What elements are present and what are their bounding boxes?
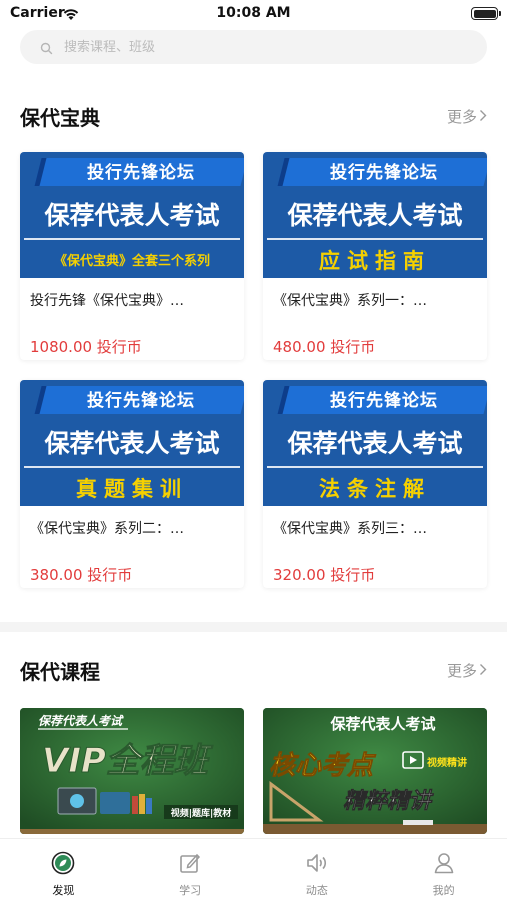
discover-icon bbox=[51, 851, 75, 879]
course-heading: 保荐代表人考试 bbox=[329, 715, 435, 733]
battery-icon bbox=[471, 7, 501, 20]
book-card[interactable]: 投行先锋论坛 保荐代表人考试 应试指南 《保代宝典》系列一：… 480.00 投… bbox=[263, 152, 487, 360]
cover-main-text: 保荐代表人考试 bbox=[44, 201, 220, 230]
tab-dynamic[interactable]: 动态 bbox=[254, 839, 381, 900]
cover-divider bbox=[24, 238, 240, 240]
tab-discover[interactable]: 发现 bbox=[0, 839, 127, 900]
tab-study[interactable]: 学习 bbox=[127, 839, 254, 900]
section-divider bbox=[0, 622, 507, 632]
tab-profile[interactable]: 我的 bbox=[380, 839, 507, 900]
tab-label: 动态 bbox=[305, 884, 328, 897]
book-cover: 投行先锋论坛 保荐代表人考试 应试指南 bbox=[263, 152, 487, 278]
book-title: 《保代宝典》系列二：… bbox=[30, 521, 184, 537]
section-title-courses: 保代课程 bbox=[20, 660, 100, 684]
course-heading: 保荐代表人考试 bbox=[38, 714, 124, 728]
section-title-books: 保代宝典 bbox=[20, 106, 100, 130]
book-card[interactable]: 投行先锋论坛 保荐代表人考试 真题集训 《保代宝典》系列二：… 380.00 投… bbox=[20, 380, 244, 588]
course-tag: 视频|题库|教材 bbox=[171, 807, 232, 819]
course-tag: 视频精讲 bbox=[427, 756, 467, 769]
cover-divider bbox=[267, 238, 483, 240]
tab-label: 学习 bbox=[179, 884, 202, 897]
cover-main-text: 保荐代表人考试 bbox=[287, 201, 463, 230]
book-cover: 投行先锋论坛 保荐代表人考试 法条注解 bbox=[263, 380, 487, 506]
cover-sub-text: 《保代宝典》全套三个系列 bbox=[53, 254, 210, 269]
cover-divider bbox=[24, 466, 240, 468]
book-price: 320.00 投行币 bbox=[273, 566, 376, 584]
course-cover: 保荐代表人考试 核心考点 视频精讲 精粹精讲 bbox=[263, 708, 487, 834]
search-bar[interactable] bbox=[20, 30, 487, 64]
more-label: 更多 bbox=[446, 662, 477, 680]
course-main-text: VIP全程班 bbox=[42, 741, 214, 781]
cover-sub-text: 应试指南 bbox=[319, 249, 431, 273]
cover-main-text: 保荐代表人考试 bbox=[287, 429, 463, 458]
cover-top-text: 投行先锋论坛 bbox=[330, 391, 438, 411]
cover-top-text: 投行先锋论坛 bbox=[87, 391, 195, 411]
profile-icon bbox=[432, 851, 456, 879]
chevron-right-icon bbox=[479, 662, 487, 680]
book-cover: 投行先锋论坛 保荐代表人考试 真题集训 bbox=[20, 380, 244, 506]
tab-label: 发现 bbox=[52, 884, 75, 897]
chevron-right-icon bbox=[479, 108, 487, 126]
clock-time: 10:08 AM bbox=[216, 5, 291, 21]
study-icon bbox=[178, 851, 202, 879]
book-title: 《保代宝典》系列三：… bbox=[273, 521, 427, 537]
course-sub-text: 精粹精讲 bbox=[343, 788, 434, 814]
book-title: 投行先锋《保代宝典》… bbox=[30, 293, 184, 309]
book-title: 《保代宝典》系列一：… bbox=[273, 293, 427, 309]
cover-top-text: 投行先锋论坛 bbox=[330, 163, 438, 183]
course-cover: 保荐代表人考试 VIP全程班 视频|题库|教材 bbox=[20, 708, 244, 834]
cover-top-text: 投行先锋论坛 bbox=[87, 163, 195, 183]
search-input[interactable] bbox=[64, 30, 464, 64]
course-main-text: 核心考点 bbox=[269, 751, 377, 781]
book-price: 1080.00 投行币 bbox=[30, 338, 142, 356]
book-card[interactable]: 投行先锋论坛 保荐代表人考试 《保代宝典》全套三个系列 投行先锋《保代宝典》… … bbox=[20, 152, 244, 360]
cover-divider bbox=[267, 466, 483, 468]
tab-bar: 发现 学习 动态 我的 bbox=[0, 838, 507, 900]
book-card[interactable]: 投行先锋论坛 保荐代表人考试 法条注解 《保代宝典》系列三：… 320.00 投… bbox=[263, 380, 487, 588]
course-card[interactable]: 保荐代表人考试 核心考点 视频精讲 精粹精讲 bbox=[263, 708, 487, 834]
book-cover: 投行先锋论坛 保荐代表人考试 《保代宝典》全套三个系列 bbox=[20, 152, 244, 278]
status-bar: Carrier 10:08 AM bbox=[0, 0, 507, 30]
course-card[interactable]: 保荐代表人考试 VIP全程班 视频|题库|教材 bbox=[20, 708, 244, 834]
search-icon bbox=[40, 40, 53, 59]
cover-main-text: 保荐代表人考试 bbox=[44, 429, 220, 458]
more-books-link[interactable]: 更多 bbox=[447, 106, 487, 127]
more-courses-link[interactable]: 更多 bbox=[447, 660, 487, 681]
tab-label: 我的 bbox=[432, 884, 455, 897]
cover-sub-text: 法条注解 bbox=[319, 477, 431, 501]
speaker-icon bbox=[305, 851, 329, 879]
book-price: 380.00 投行币 bbox=[30, 566, 133, 584]
more-label: 更多 bbox=[446, 108, 477, 126]
cover-sub-text: 真题集训 bbox=[76, 477, 188, 501]
book-price: 480.00 投行币 bbox=[273, 338, 376, 356]
